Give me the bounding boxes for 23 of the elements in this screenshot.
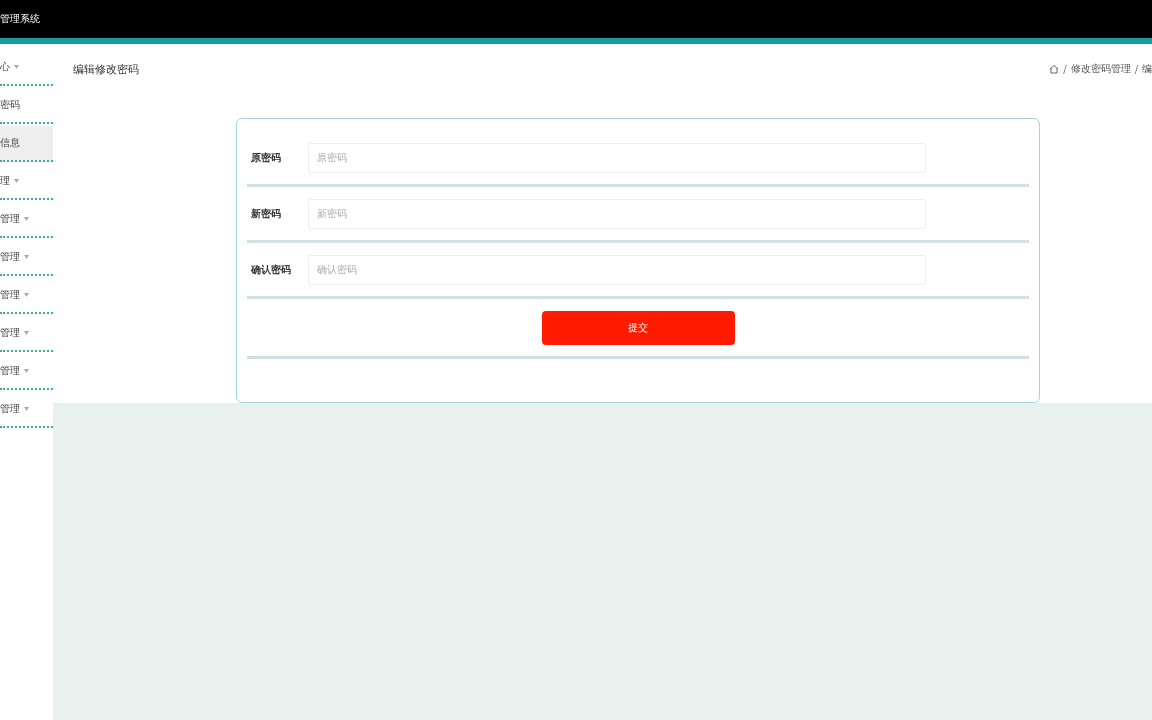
caret-icon	[14, 65, 19, 69]
caret-icon	[24, 407, 29, 411]
field-label: 确认密码	[250, 262, 292, 277]
password-field[interactable]: 新密码	[308, 198, 926, 229]
caret-icon	[24, 293, 29, 297]
sidebar-item[interactable]: 信息	[0, 126, 53, 162]
breadcrumb-link[interactable]: 编	[1142, 62, 1152, 76]
system-title: 管理系统	[0, 12, 40, 26]
password-field[interactable]: 原密码	[308, 142, 926, 173]
caret-icon	[24, 331, 29, 335]
password-field[interactable]: 确认密码	[308, 254, 926, 285]
page-title: 编辑修改密码	[73, 61, 139, 77]
caret-icon	[24, 255, 29, 259]
breadcrumb-separator: /	[1134, 63, 1138, 75]
breadcrumb-separator: /	[1063, 63, 1067, 75]
caret-icon	[24, 369, 29, 373]
caret-icon	[24, 217, 29, 221]
breadcrumb-link[interactable]: 修改密码管理	[1070, 62, 1131, 76]
field-label: 原密码	[250, 150, 282, 165]
submit-button[interactable]: 提交	[541, 310, 735, 345]
home-icon[interactable]	[1049, 64, 1060, 74]
caret-icon	[14, 179, 19, 183]
field-label: 新密码	[250, 206, 282, 221]
